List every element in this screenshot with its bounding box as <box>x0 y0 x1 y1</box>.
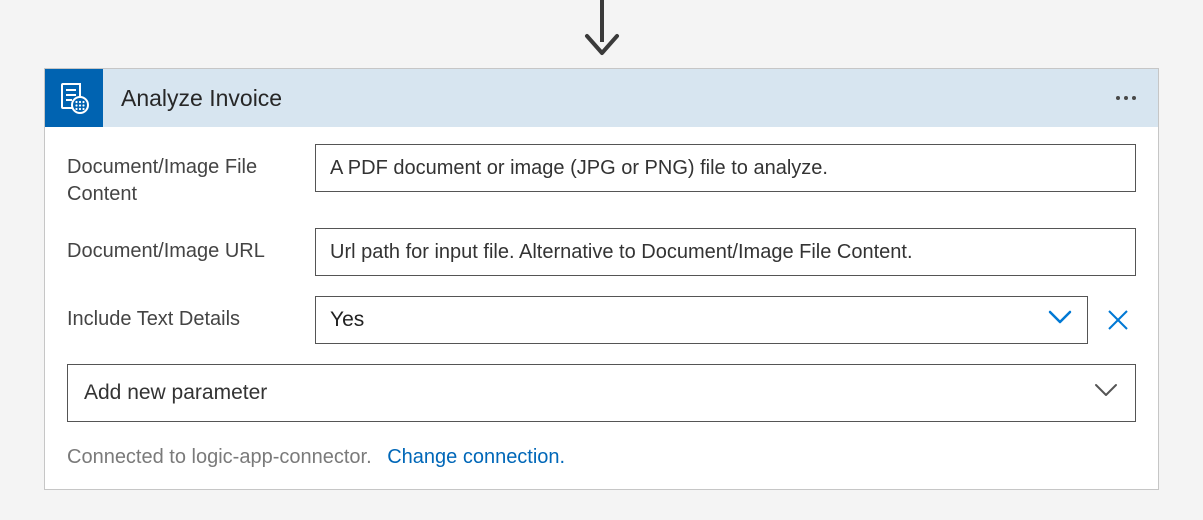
input-url[interactable] <box>315 228 1136 276</box>
more-menu-button[interactable] <box>1094 96 1158 100</box>
card-title: Analyze Invoice <box>121 85 1094 112</box>
action-card: Analyze Invoice Document/Image File Cont… <box>44 68 1159 490</box>
connection-status: Connected to logic-app-connector. <box>67 446 372 468</box>
connection-footer: Connected to logic-app-connector. Change… <box>67 446 1136 469</box>
input-file-content[interactable] <box>315 144 1136 192</box>
label-include-text: Include Text Details <box>67 296 315 333</box>
card-body: Document/Image File Content Document/Ima… <box>45 127 1158 489</box>
row-url: Document/Image URL <box>67 228 1136 276</box>
connector-icon <box>45 69 103 127</box>
label-file-content: Document/Image File Content <box>67 144 315 208</box>
row-include-text: Include Text Details Yes <box>67 296 1136 344</box>
flow-arrow <box>579 0 625 68</box>
change-connection-link[interactable]: Change connection. <box>387 446 565 468</box>
select-include-text-value: Yes <box>330 308 364 332</box>
chevron-down-icon <box>1047 307 1073 333</box>
add-new-parameter-label: Add new parameter <box>84 381 267 405</box>
add-new-parameter-dropdown[interactable]: Add new parameter <box>67 364 1136 422</box>
card-header[interactable]: Analyze Invoice <box>45 69 1158 127</box>
row-file-content: Document/Image File Content <box>67 144 1136 208</box>
select-include-text[interactable]: Yes <box>315 296 1088 344</box>
clear-include-text-button[interactable] <box>1100 302 1136 338</box>
close-icon <box>1105 307 1131 333</box>
label-url: Document/Image URL <box>67 228 315 265</box>
chevron-down-icon <box>1093 380 1119 406</box>
